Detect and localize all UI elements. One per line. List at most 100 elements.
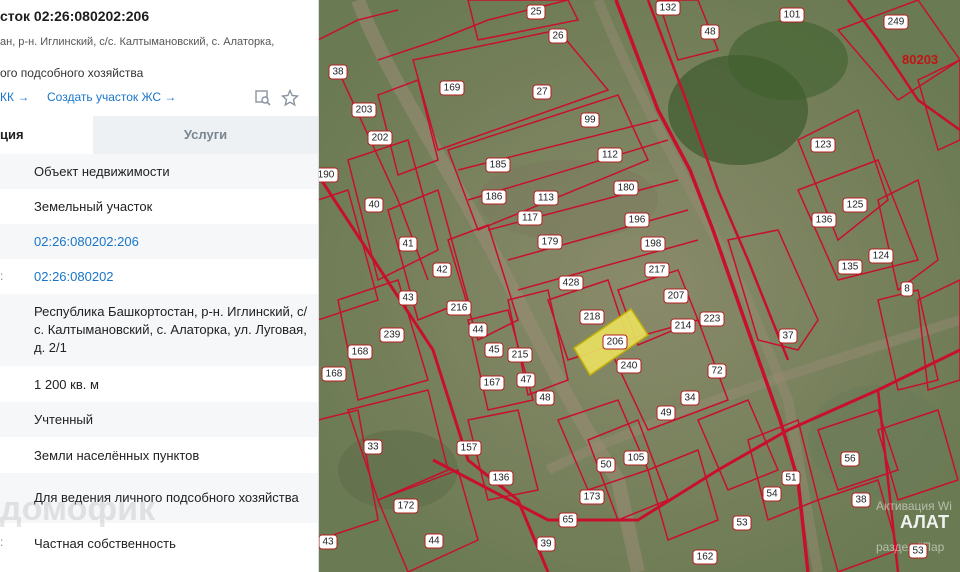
cadastral-quarter-value[interactable]: 02:26:080202 [34,269,114,284]
cadastral-map[interactable]: 80203 АЛАТ Активация Wi раздел "Пар 132 1… [318,0,960,572]
parcel-number[interactable]: 206 [607,337,624,348]
parcel-number[interactable]: 8 [904,284,910,295]
parcel-number[interactable]: 38 [332,67,344,78]
parcel-number[interactable]: 239 [384,330,401,341]
row-cadastral-quarter[interactable]: :02:26:080202 [0,259,318,294]
parcel-number[interactable]: 56 [844,454,856,465]
row-object-type: Объект недвижимости [0,154,318,189]
parcel-number[interactable]: 43 [322,537,334,548]
parcel-number[interactable]: 43 [402,293,414,304]
kk-link[interactable]: КК → [0,90,29,104]
parcel-number[interactable]: 132 [660,3,677,14]
parcel-number[interactable]: 48 [704,27,716,38]
parcel-number[interactable]: 101 [784,10,801,21]
row-address: Республика Башкортостан, р-н. Иглинский,… [0,294,318,366]
parcel-number[interactable]: 26 [552,31,564,42]
parcel-number[interactable]: 39 [540,539,552,550]
parcel-number[interactable]: 125 [847,200,864,211]
parcel-number[interactable]: 47 [520,375,532,386]
parcel-number[interactable]: 215 [512,350,529,361]
parcel-number[interactable]: 44 [428,536,440,547]
tab-bar: ция Услуги [0,116,318,154]
parcel-number[interactable]: 198 [645,239,662,250]
action-links: КК → Создать участок ЖС → [0,90,176,104]
parcel-number[interactable]: 123 [815,140,832,151]
parcel-number[interactable]: 65 [562,515,574,526]
parcel-number[interactable]: 218 [584,312,601,323]
parcel-number[interactable]: 173 [584,492,601,503]
parcel-number[interactable]: 53 [736,518,748,529]
parcel-number[interactable]: 136 [493,473,510,484]
parcel-number[interactable]: 202 [372,133,389,144]
parcel-number[interactable]: 40 [368,200,380,211]
map-canvas[interactable]: 80203 АЛАТ Активация Wi раздел "Пар 1321… [318,0,960,572]
parcel-number[interactable]: 216 [451,303,468,314]
area-value: 1 200 кв. м [34,376,99,392]
parcel-number[interactable]: 207 [668,291,685,302]
object-type-value: Объект недвижимости [34,164,170,179]
parcel-number[interactable]: 217 [649,265,666,276]
parcel-number[interactable]: 54 [766,489,778,500]
create-parcel-link[interactable]: Создать участок ЖС → [47,90,176,104]
place-label: АЛАТ [900,512,949,532]
parcel-number[interactable]: 41 [402,239,414,250]
cadastral-number-value[interactable]: 02:26:080202:206 [34,234,139,249]
parcel-number[interactable]: 72 [711,366,723,377]
parcel-number[interactable]: 50 [600,460,612,471]
parcel-number[interactable]: 25 [530,7,542,18]
parcel-number[interactable]: 162 [697,552,714,563]
parcel-number[interactable]: 179 [542,237,559,248]
parcel-number[interactable]: 180 [618,183,635,194]
parcel-number[interactable]: 203 [356,105,373,116]
parcel-number[interactable]: 169 [444,83,461,94]
parcel-number[interactable]: 249 [888,17,905,28]
search-area-icon[interactable] [254,89,272,107]
parcel-number[interactable]: 34 [684,393,696,404]
address-value: Республика Башкортостан, р-н. Иглинский,… [34,304,308,355]
site-watermark: домофик [0,490,156,528]
parcel-number[interactable]: 113 [538,193,554,204]
tab-information[interactable]: ция [0,116,93,154]
parcel-number[interactable]: 45 [488,345,500,356]
parcel-purpose-short: ого подсобного хозяйства [0,66,144,80]
parcel-number[interactable]: 186 [486,192,503,203]
row-cadastral-number[interactable]: 02:26:080202:206 [0,224,318,259]
parcel-number[interactable]: 168 [352,347,369,358]
info-panel: сток 02:26:080202:206 ан, р-н. Иглинский… [0,0,319,572]
parcel-number[interactable]: 99 [584,115,596,126]
row-status: Учтенный [0,402,318,437]
parcel-number[interactable]: 428 [563,278,580,289]
tab-services[interactable]: Услуги [93,116,318,154]
parcel-number[interactable]: 112 [602,150,618,161]
parcel-number[interactable]: 214 [675,321,692,332]
parcel-number[interactable]: 136 [816,215,833,226]
parcel-number[interactable]: 33 [367,442,379,453]
status-value: Учтенный [34,412,94,427]
parcel-number[interactable]: 38 [855,495,867,506]
parcel-number[interactable]: 124 [873,251,890,262]
parcel-number[interactable]: 168 [326,369,343,380]
parcel-number[interactable]: 117 [522,213,538,224]
parcel-number[interactable]: 167 [484,378,501,389]
parcel-number[interactable]: 157 [461,443,478,454]
parcel-number[interactable]: 172 [398,501,415,512]
parcel-number[interactable]: 53 [912,546,924,557]
parcel-number[interactable]: 135 [842,262,859,273]
parcel-number[interactable]: 49 [660,408,672,419]
parcel-number[interactable]: 27 [536,87,548,98]
parcel-number[interactable]: 105 [628,453,645,464]
parcel-number[interactable]: 42 [436,265,448,276]
parcel-number[interactable]: 223 [704,314,721,325]
parcel-number[interactable]: 190 [318,170,335,181]
category-value: Земли населённых пунктов [34,447,200,463]
parcel-number[interactable]: 51 [785,473,797,484]
parcel-number[interactable]: 240 [621,361,638,372]
parcel-number[interactable]: 37 [782,331,794,342]
parcel-number[interactable]: 185 [490,160,507,171]
parcel-address-short: ан, р-н. Иглинский, с/с. Калтымановский,… [0,36,275,48]
parcel-number[interactable]: 48 [539,393,551,404]
parcel-number[interactable]: 44 [472,325,484,336]
row-category: Земли населённых пунктов [0,437,318,473]
star-icon[interactable] [281,89,299,107]
parcel-number[interactable]: 196 [629,215,646,226]
